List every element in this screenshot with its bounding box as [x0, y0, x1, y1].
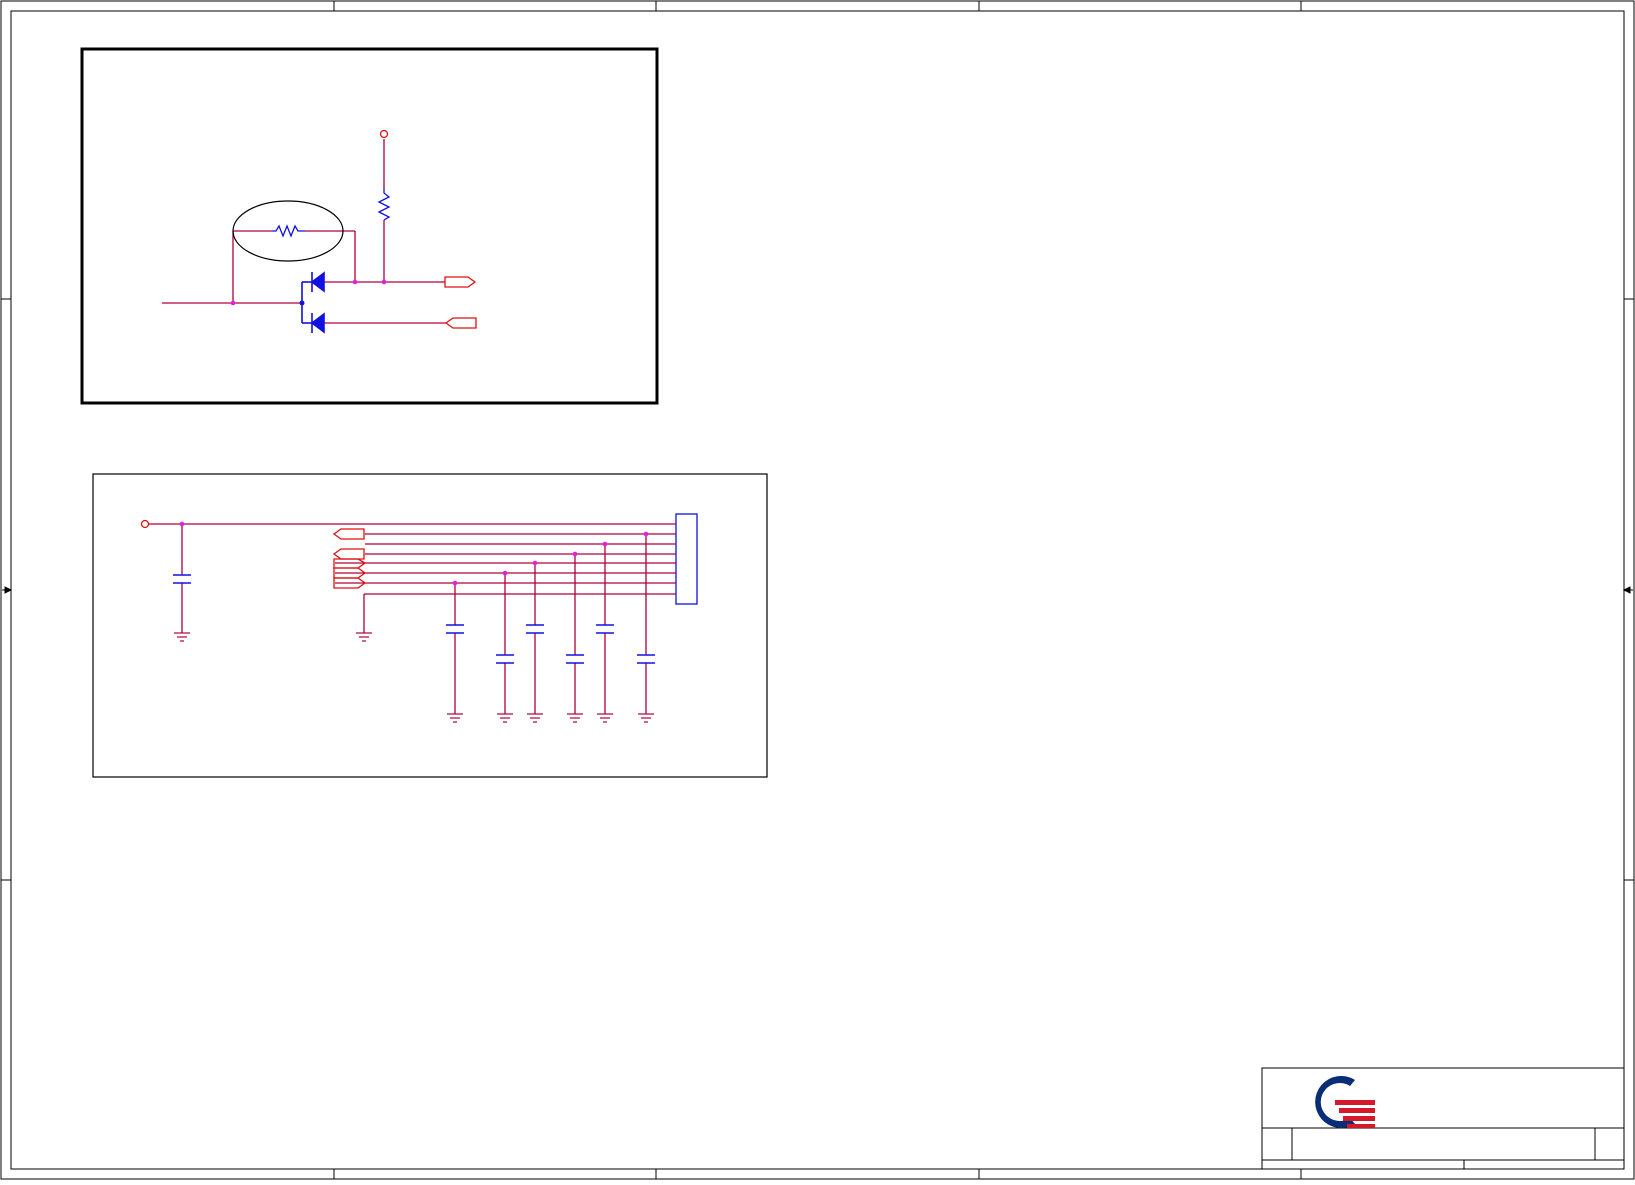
block-2-wires	[149, 523, 676, 714]
series-resistor-icon	[272, 224, 305, 238]
connector-body	[675, 513, 698, 605]
pullup-resistor-icon	[377, 188, 391, 221]
upper-diode-icon	[301, 271, 325, 303]
schematic-canvas	[0, 0, 1635, 1180]
port-arrow-icon	[332, 528, 365, 540]
block-2-ports	[332, 528, 367, 589]
power-pin-2	[140, 519, 150, 529]
schematic-sheet	[0, 0, 1635, 1180]
block-1-border	[80, 47, 659, 405]
sheet-frame	[0, 0, 1635, 1180]
input-port-icon	[444, 317, 477, 329]
ground-icon	[174, 632, 654, 723]
output-port-icon	[444, 276, 477, 288]
center-marks	[2, 586, 1633, 594]
block-2-border	[92, 473, 768, 778]
block-1-junctions	[230, 279, 387, 306]
title-block	[1261, 1067, 1625, 1170]
power-pin-1	[379, 129, 389, 139]
company-logo-icon	[1315, 1076, 1375, 1129]
lower-diode-icon	[301, 303, 325, 334]
capacitor-icon	[173, 574, 655, 664]
port-arrow-icon	[332, 548, 365, 560]
